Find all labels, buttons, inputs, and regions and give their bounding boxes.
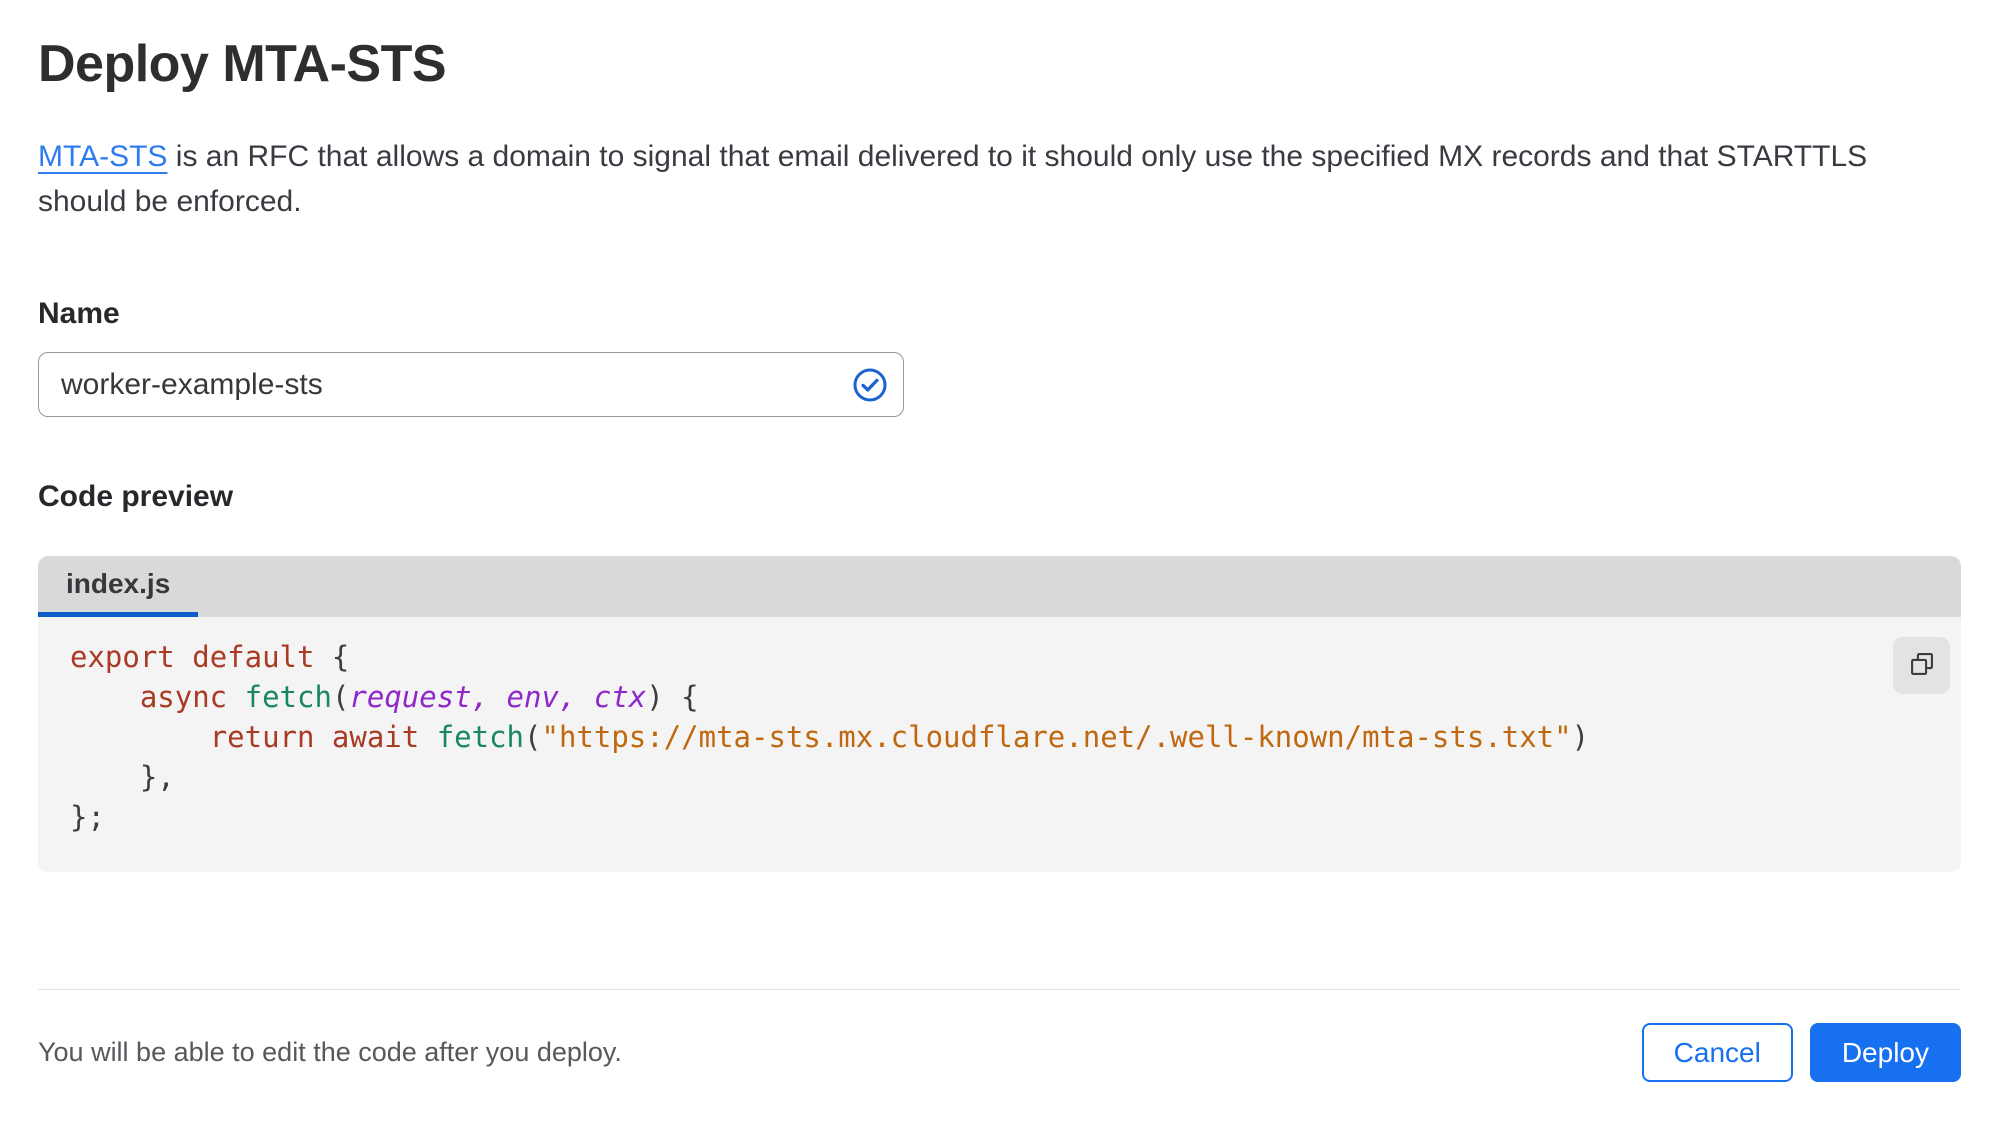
copy-code-button[interactable] [1893,637,1950,694]
footer-divider [38,989,1961,990]
code-line: export default { [70,640,350,674]
mta-sts-link[interactable]: MTA-STS [38,140,167,173]
code-tabbar: index.js [38,556,1961,617]
name-input[interactable] [38,352,904,417]
deploy-mta-sts-page: Deploy MTA-STS MTA-STS is an RFC that al… [0,0,1999,1082]
code-block: export default { async fetch(request, en… [70,637,1961,837]
code-line: return await fetch("https://mta-sts.mx.c… [209,720,1590,754]
tab-index-js[interactable]: index.js [38,556,199,617]
code-preview-label: Code preview [38,480,234,513]
footer-actions: Cancel Deploy [1641,1023,1961,1082]
cancel-button[interactable]: Cancel [1641,1023,1793,1082]
tab-label: index.js [66,568,171,599]
code-line: async fetch(request, env, ctx) { [139,680,699,714]
description: MTA-STS is an RFC that allows a domain t… [38,134,1918,224]
copy-icon [1908,650,1936,681]
name-label: Name [38,297,120,330]
description-text: is an RFC that allows a domain to signal… [38,140,1868,218]
footer-note: You will be able to edit the code after … [38,1037,622,1067]
name-input-wrap [38,352,904,417]
code-line: }, [70,760,175,794]
check-circle-icon [852,367,888,403]
code-area: export default { async fetch(request, en… [38,617,1961,872]
deploy-button[interactable]: Deploy [1809,1023,1961,1082]
code-line: }; [70,800,105,834]
footer: You will be able to edit the code after … [38,1023,1961,1082]
code-preview-card: index.js export default { async fetch(re… [38,556,1961,872]
page-title: Deploy MTA-STS [38,35,447,93]
